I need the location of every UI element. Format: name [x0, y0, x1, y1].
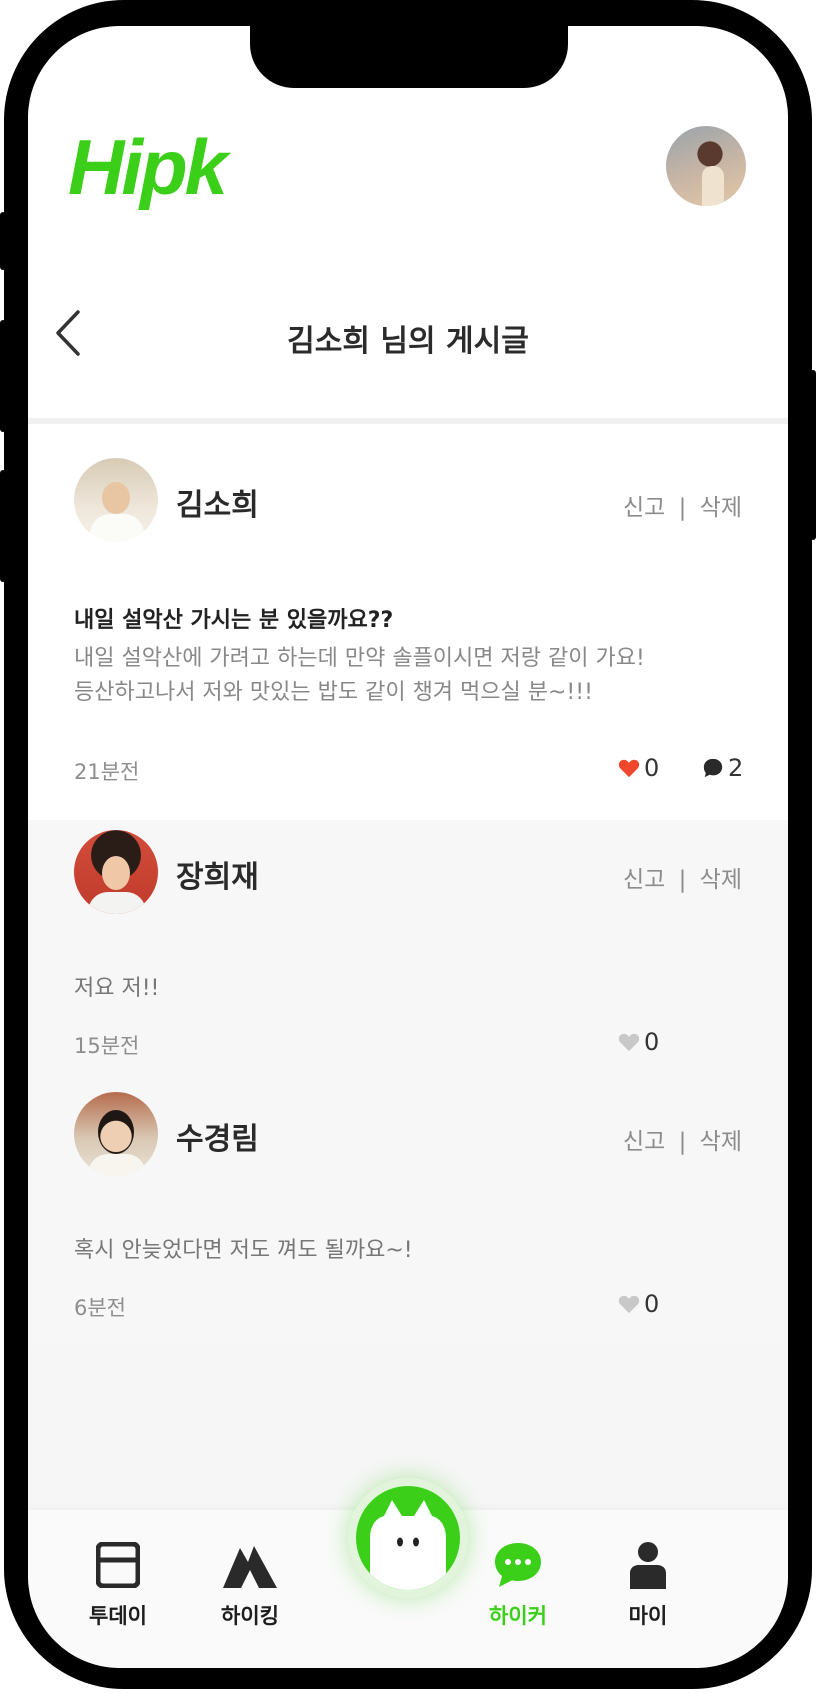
post-actions: 신고 | 삭제 [623, 488, 742, 522]
comment-author-name[interactable]: 장희재 [176, 852, 259, 896]
comment-time: 6분전 [74, 1296, 127, 1320]
post-body-line: 내일 설악산에 가려고 하는데 만약 솔플이시면 저랑 같이 가요! [74, 646, 645, 671]
delete-button[interactable]: 삭제 [700, 1129, 742, 1155]
nav-item-today[interactable]: 투데이 [68, 1540, 168, 1630]
app-screen: Hipk 김소희 님의 게시글 김소희 신고 | 삭제 내일 설악산 가시는 분… [28, 26, 788, 1668]
comment-text: 저요 저!! [74, 976, 160, 1001]
nav-item-my[interactable]: 마이 [598, 1540, 698, 1630]
app-logo: Hipk [68, 123, 228, 211]
post-time: 21분전 [74, 760, 140, 784]
nav-item-hiker[interactable]: 하이커 [468, 1540, 568, 1630]
mountain-icon [223, 1546, 277, 1588]
comment-text: 혹시 안늦었다면 저도 껴도 될까요~! [74, 1238, 413, 1263]
comment-actions: 신고 | 삭제 [623, 1122, 742, 1156]
post-comment-count: 2 [702, 754, 743, 782]
page-title: 김소희 님의 게시글 [287, 324, 529, 359]
side-button-volume-up [0, 320, 6, 432]
side-button-power [810, 370, 816, 540]
comment-like-button[interactable]: 0 [618, 1290, 659, 1318]
nav-label: 투데이 [89, 1604, 147, 1628]
nav-item-hiking[interactable]: 하이킹 [200, 1540, 300, 1630]
phone-notch [250, 26, 568, 88]
comment-author-name[interactable]: 수경림 [176, 1114, 259, 1158]
action-separator: | [678, 867, 687, 893]
comment-count-value: 2 [728, 754, 744, 782]
mascot-icon [370, 1500, 446, 1590]
report-button[interactable]: 신고 [623, 867, 665, 893]
delete-button[interactable]: 삭제 [700, 495, 742, 521]
heart-outline-icon [618, 1295, 640, 1314]
comment-like-count: 0 [644, 1290, 660, 1318]
post-title: 내일 설악산 가시는 분 있을까요?? [74, 608, 394, 633]
calendar-icon [96, 1542, 140, 1588]
heart-filled-icon [618, 759, 640, 778]
person-icon [630, 1542, 666, 1589]
post-author-name[interactable]: 김소희 [176, 480, 259, 524]
comment-author-avatar[interactable] [74, 1092, 158, 1176]
post-like-count: 0 [644, 754, 660, 782]
comment-author-avatar[interactable] [74, 830, 158, 914]
comment-actions: 신고 | 삭제 [623, 860, 742, 894]
comment-like-button[interactable]: 0 [618, 1028, 659, 1056]
post-author-avatar[interactable] [74, 458, 158, 542]
comment-time: 15분전 [74, 1034, 140, 1058]
post-like-button[interactable]: 0 [618, 754, 659, 782]
post-body-line: 등산하고나서 저와 맛있는 밥도 같이 챙겨 먹으실 분~!!! [74, 680, 593, 705]
side-button-mute [0, 212, 6, 270]
nav-label: 마이 [628, 1604, 668, 1628]
report-button[interactable]: 신고 [623, 1129, 665, 1155]
action-separator: | [678, 1129, 687, 1155]
profile-avatar[interactable] [666, 126, 746, 206]
nav-label: 하이커 [489, 1604, 547, 1628]
heart-outline-icon [618, 1033, 640, 1052]
action-separator: | [678, 495, 687, 521]
side-button-volume-down [0, 470, 6, 582]
delete-button[interactable]: 삭제 [700, 867, 742, 893]
chat-bubble-icon [495, 1543, 541, 1587]
report-button[interactable]: 신고 [623, 495, 665, 521]
comment-like-count: 0 [644, 1028, 660, 1056]
post-body: 내일 설악산에 가려고 하는데 만약 솔플이시면 저랑 같이 가요! 등산하고나… [74, 642, 645, 710]
center-mascot-button[interactable] [348, 1478, 468, 1598]
speech-bubble-icon [703, 758, 723, 778]
nav-label: 하이킹 [221, 1604, 279, 1628]
